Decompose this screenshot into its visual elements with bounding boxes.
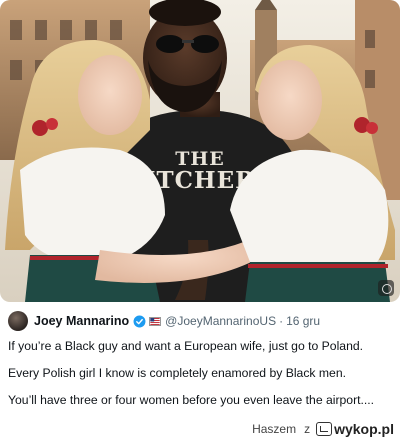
tweet-text-line-2: Every Polish girl I know is completely e… bbox=[8, 366, 347, 380]
wykop-site-name: wykop.pl bbox=[334, 421, 394, 437]
tweet-card: Joey Mannarino @JoeyMannarinoUS · 16 gru… bbox=[0, 302, 400, 420]
author-handle[interactable]: @JoeyMannarinoUS bbox=[165, 314, 276, 328]
left-face bbox=[78, 55, 142, 135]
separator-dot: · bbox=[279, 314, 284, 328]
us-flag-icon bbox=[149, 316, 162, 326]
watermark-conjunction: z bbox=[304, 422, 311, 436]
avatar[interactable] bbox=[8, 311, 28, 331]
tweet-text-line-1: If you’re a Black guy and want a Europea… bbox=[8, 339, 364, 353]
watermark-footer: Haszem z wykop.pl bbox=[0, 418, 400, 440]
post-image[interactable]: THE ITCHER bbox=[0, 0, 400, 302]
wykop-logo[interactable]: wykop.pl bbox=[316, 421, 394, 437]
tweet-text-line-3: You’ll have three or four women before y… bbox=[8, 393, 375, 407]
left-hair-ribbon bbox=[32, 120, 48, 136]
tweet-header: Joey Mannarino @JoeyMannarinoUS · 16 gru bbox=[8, 310, 392, 332]
image-alt-badge[interactable] bbox=[378, 280, 394, 296]
watermark-author: Haszem bbox=[252, 422, 297, 436]
wykop-logo-icon bbox=[316, 422, 333, 436]
author-name[interactable]: Joey Mannarino bbox=[34, 314, 129, 328]
tweet-date[interactable]: 16 gru bbox=[286, 314, 320, 328]
verified-badge-icon bbox=[133, 315, 146, 327]
photo-illustration: THE ITCHER bbox=[0, 0, 400, 302]
right-face bbox=[258, 60, 322, 140]
